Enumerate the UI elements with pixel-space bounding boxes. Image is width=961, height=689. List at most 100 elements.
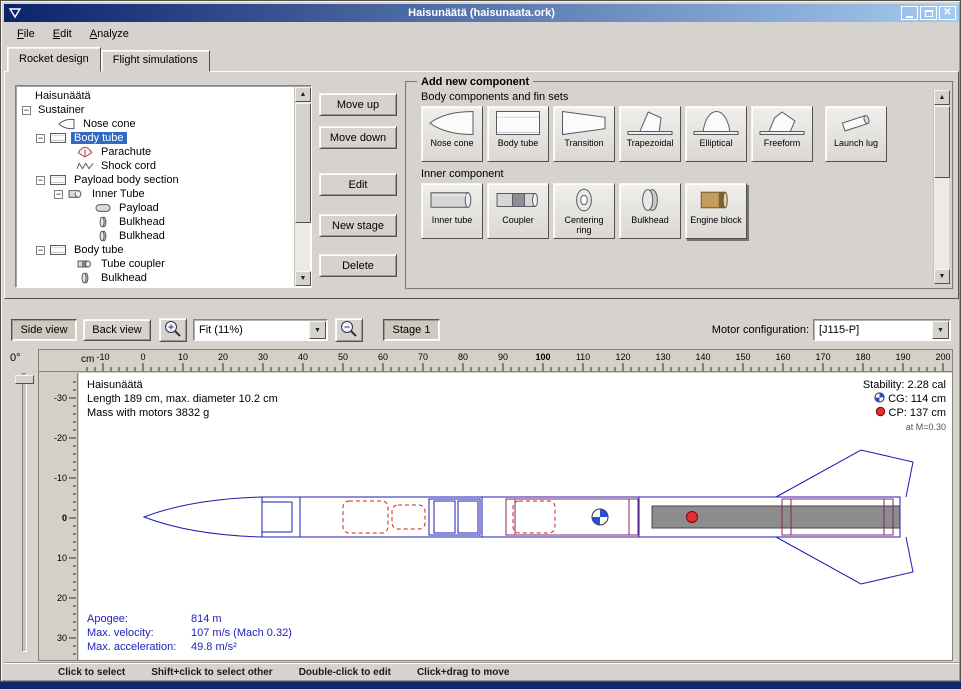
- back-view-button[interactable]: Back view: [83, 319, 151, 341]
- move-down-button[interactable]: Move down: [319, 126, 397, 149]
- rocket-scroll-area: cm -100102030405060708090100110120130140…: [38, 349, 953, 661]
- svg-text:-10: -10: [54, 473, 67, 483]
- scroll-down-button[interactable]: ▼: [295, 271, 311, 286]
- svg-text:40: 40: [298, 352, 308, 362]
- component-button-engine-block[interactable]: Engine block: [685, 183, 747, 239]
- rotation-slider[interactable]: 0°: [6, 349, 38, 662]
- chevron-down-icon[interactable]: ▼: [932, 321, 949, 339]
- rotation-slider-track: [22, 373, 27, 652]
- move-up-button[interactable]: Move up: [319, 93, 397, 116]
- edit-button[interactable]: Edit: [319, 173, 397, 196]
- add-panel-scrollbar[interactable]: ▲ ▼: [933, 90, 949, 284]
- stability-label: Stability:: [863, 379, 905, 391]
- parachute-icon: [76, 146, 94, 158]
- bodytube-icon: [495, 108, 541, 138]
- tab-flight-simulations[interactable]: Flight simulations: [101, 50, 210, 72]
- svg-text:200: 200: [935, 352, 950, 362]
- tree-item-bulkhead[interactable]: Bulkhead: [18, 229, 293, 243]
- rotation-slider-thumb[interactable]: [15, 375, 34, 384]
- tree-collapse-icon[interactable]: −: [36, 176, 45, 185]
- svg-text:20: 20: [57, 593, 67, 603]
- tree-item-label: Haisunäätä: [32, 90, 94, 102]
- delete-button[interactable]: Delete: [319, 254, 397, 277]
- scroll-up-button[interactable]: ▲: [295, 87, 311, 102]
- tree-item-label: Sustainer: [35, 104, 87, 116]
- tree-item-haisun-t[interactable]: Haisunäätä: [18, 89, 293, 103]
- tree-collapse-icon[interactable]: −: [36, 246, 45, 255]
- svg-text:80: 80: [458, 352, 468, 362]
- tree-item-body-tube[interactable]: −Body tube: [18, 243, 293, 257]
- tab-rocket-design[interactable]: Rocket design: [7, 47, 101, 72]
- component-button-freeform[interactable]: Freeform: [751, 106, 813, 162]
- tree-item-sustainer[interactable]: −Sustainer: [18, 103, 293, 117]
- stage-1-toggle[interactable]: Stage 1: [383, 319, 440, 341]
- component-button-nose-cone[interactable]: Nose cone: [421, 106, 483, 162]
- tree-item-shock-cord[interactable]: Shock cord: [18, 159, 293, 173]
- component-button-elliptical[interactable]: Elliptical: [685, 106, 747, 162]
- close-button[interactable]: ✕: [939, 6, 956, 20]
- fin-trapezoidal-icon: [627, 108, 673, 138]
- tree-item-label: Bulkhead: [116, 216, 168, 228]
- tree-item-label: Parachute: [98, 146, 154, 158]
- max-velocity-label: Max. velocity:: [87, 626, 191, 640]
- tree-item-inner-tube[interactable]: − Inner Tube: [18, 187, 293, 201]
- new-stage-button[interactable]: New stage: [319, 214, 397, 237]
- scroll-up-button[interactable]: ▲: [934, 90, 950, 105]
- chevron-down-icon[interactable]: ▼: [309, 321, 326, 339]
- view-toolbar: Side view Back view Fit (11%) ▼ Stage 1 …: [4, 311, 959, 349]
- tree-item-nose-cone[interactable]: Nose cone: [18, 117, 293, 131]
- component-button-launch-lug[interactable]: Launch lug: [825, 106, 887, 162]
- tree-collapse-icon[interactable]: −: [54, 190, 63, 199]
- tree-item-payload[interactable]: Payload: [18, 201, 293, 215]
- tree-scrollbar-thumb[interactable]: [295, 103, 311, 223]
- tree-item-payload-body-section[interactable]: −Payload body section: [18, 173, 293, 187]
- component-button-inner-tube[interactable]: Inner tube: [421, 183, 483, 239]
- tree-item-label: Bulkhead: [98, 272, 150, 284]
- zoom-out-button[interactable]: [335, 318, 363, 342]
- component-tree-list: Haisunäätä−SustainerNose cone−Body tubeP…: [18, 89, 293, 285]
- zoom-level-select[interactable]: Fit (11%) ▼: [193, 319, 328, 341]
- cp-marker-icon: [687, 512, 698, 523]
- component-button-coupler[interactable]: Coupler: [487, 183, 549, 239]
- bulkhead-icon: [627, 185, 673, 215]
- maximize-icon: [925, 10, 933, 17]
- tree-item-bulkhead[interactable]: Bulkhead: [18, 215, 293, 229]
- motor-configuration-value: [J115-P]: [814, 324, 932, 336]
- apogee-value: 814 m: [191, 612, 222, 626]
- menu-item-edit[interactable]: Edit: [44, 25, 81, 43]
- menu-item-file[interactable]: File: [8, 25, 44, 43]
- maximize-button[interactable]: [920, 6, 937, 20]
- launchlug-icon: [833, 108, 879, 138]
- tree-item-bulkhead[interactable]: Bulkhead: [18, 271, 293, 285]
- component-button-body-tube[interactable]: Body tube: [487, 106, 549, 162]
- minimize-button[interactable]: [901, 6, 918, 20]
- menu-item-analyze[interactable]: Analyze: [81, 25, 138, 43]
- add-panel-scrollbar-thumb[interactable]: [934, 106, 950, 178]
- svg-text:0: 0: [140, 352, 145, 362]
- component-button-centering-ring[interactable]: Centering ring: [553, 183, 615, 239]
- scroll-down-button[interactable]: ▼: [934, 269, 950, 284]
- tree-item-body-tube[interactable]: −Body tube: [18, 131, 293, 145]
- motor-configuration-select[interactable]: [J115-P] ▼: [813, 319, 951, 341]
- tree-collapse-icon[interactable]: −: [36, 134, 45, 143]
- tree-action-buttons: Move up Move down Edit New stage Delete: [319, 93, 397, 277]
- tree-item-parachute[interactable]: Parachute: [18, 145, 293, 159]
- rocket-canvas[interactable]: Haisunäätä Length 189 cm, max. diameter …: [79, 373, 952, 660]
- tree-collapse-icon[interactable]: −: [22, 106, 31, 115]
- component-button-label: Trapezoidal: [625, 138, 676, 148]
- zoom-in-button[interactable]: [159, 318, 187, 342]
- bodytube-icon: [49, 174, 67, 186]
- component-button-bulkhead[interactable]: Bulkhead: [619, 183, 681, 239]
- svg-text:160: 160: [775, 352, 790, 362]
- tree-item-label: Inner Tube: [89, 188, 148, 200]
- component-button-trapezoidal[interactable]: Trapezoidal: [619, 106, 681, 162]
- svg-text:150: 150: [735, 352, 750, 362]
- titlebar[interactable]: Haisunäätä (haisunaata.ork) ✕: [4, 4, 959, 22]
- group-label-body-components-and-fin-sets: Body components and fin sets: [421, 91, 948, 103]
- component-tree: Haisunäätä−SustainerNose cone−Body tubeP…: [15, 85, 312, 288]
- svg-text:170: 170: [815, 352, 830, 362]
- tree-scrollbar[interactable]: ▲ ▼: [294, 87, 310, 286]
- side-view-button[interactable]: Side view: [11, 319, 77, 341]
- component-button-transition[interactable]: Transition: [553, 106, 615, 162]
- tree-item-tube-coupler[interactable]: Tube coupler: [18, 257, 293, 271]
